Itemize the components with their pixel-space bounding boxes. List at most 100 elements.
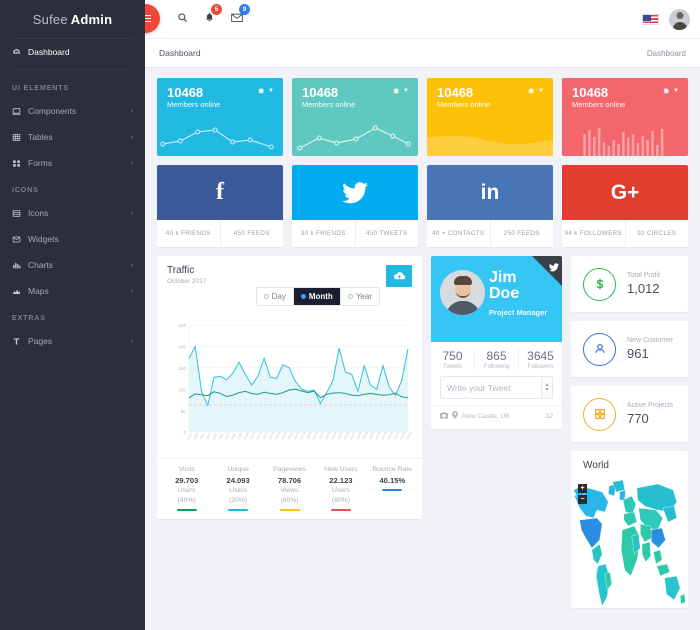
twitter-icon bbox=[342, 181, 368, 203]
stat-card-menu[interactable]: ▼ bbox=[662, 87, 679, 95]
metric-card-text: Active Projects 770 bbox=[627, 402, 673, 426]
range-option-year[interactable]: Year bbox=[339, 288, 379, 305]
range-label: Month bbox=[308, 292, 333, 301]
zoom-out-button[interactable]: − bbox=[578, 495, 587, 504]
sidebar-item-maps[interactable]: Maps › bbox=[0, 278, 145, 304]
social-card-linkedin[interactable]: in 40 + CONTACTS 250 FEEDS bbox=[427, 165, 553, 247]
metric-unit: Users bbox=[332, 486, 350, 494]
sidebar-item-charts[interactable]: Charts › bbox=[0, 252, 145, 278]
social-stat: 40 k FRIENDS bbox=[165, 229, 211, 237]
social-stat: 450 TWEETS bbox=[354, 220, 419, 247]
stat-card-menu[interactable]: ▼ bbox=[392, 87, 409, 95]
dollar-icon bbox=[583, 267, 616, 301]
metric-card-new-customer[interactable]: New Customer 961 bbox=[571, 321, 688, 377]
metric-unit: Users bbox=[177, 486, 196, 494]
stat-card-menu[interactable]: ▼ bbox=[257, 87, 274, 95]
sidebar-heading-extras: EXTRAS bbox=[12, 315, 46, 322]
profile-name: Jim Doe bbox=[489, 269, 519, 303]
notifications-bell-icon[interactable]: 5 bbox=[204, 4, 222, 28]
user-avatar[interactable] bbox=[669, 8, 690, 30]
googleplus-banner: G+ bbox=[562, 165, 688, 220]
stat-card[interactable]: 10468 Members online ▼ bbox=[292, 78, 418, 156]
facebook-banner: f bbox=[157, 165, 283, 220]
sidebar-item-label: Widgets bbox=[28, 234, 59, 244]
social-card-twitter[interactable]: 30 k FRIENDS 450 TWEETS bbox=[292, 165, 418, 247]
traffic-header: Traffic October 2017 Day Month Year 0 50… bbox=[157, 256, 422, 458]
tweet-placeholder: Write your Tweet bbox=[447, 382, 511, 393]
tweet-char-count: 32 bbox=[545, 412, 553, 420]
metric-card-total-profit[interactable]: Total Profit 1,012 bbox=[571, 256, 688, 312]
messages-envelope-icon[interactable]: 9 bbox=[231, 4, 250, 28]
pages-icon bbox=[12, 337, 28, 346]
svg-text:100: 100 bbox=[178, 387, 186, 392]
linkedin-icon: in bbox=[480, 180, 500, 204]
twitter-banner bbox=[292, 165, 418, 220]
stat-card[interactable]: 10468 Members online ▼ bbox=[427, 78, 553, 156]
metric-unit: Users bbox=[229, 486, 247, 494]
range-option-month[interactable]: Month bbox=[292, 288, 340, 305]
svg-text:150: 150 bbox=[178, 366, 186, 371]
page-title: Dashboard bbox=[159, 48, 201, 58]
map-zoom-controls[interactable]: + − bbox=[578, 484, 587, 506]
social-card-facebook[interactable]: f 40 k FRIENDS 450 FEEDS bbox=[157, 165, 283, 247]
language-flag-icon[interactable] bbox=[642, 13, 659, 25]
stat-sparkline bbox=[157, 118, 283, 156]
metric-card-label: New Customer bbox=[627, 337, 674, 344]
stat-card[interactable]: 10468 Members online ▼ bbox=[157, 78, 283, 156]
social-stat: 40 + CONTACTS bbox=[432, 229, 485, 237]
sidebar-item-label: Maps bbox=[28, 286, 49, 296]
sidebar-item-label: Components bbox=[28, 106, 77, 116]
tweet-input[interactable]: Write your Tweet ▲ ▼ bbox=[440, 376, 553, 399]
user-icon bbox=[583, 332, 616, 366]
metric-pct: (80%) bbox=[331, 496, 350, 504]
main-area: 5 9 Dashboard Dashboard 10468 Members on… bbox=[145, 0, 700, 630]
traffic-range-selector[interactable]: Day Month Year bbox=[255, 287, 380, 306]
stat-card-menu[interactable]: ▼ bbox=[527, 87, 544, 95]
breadcrumb-current: Dashboard bbox=[646, 48, 686, 58]
widgets-icon bbox=[12, 235, 28, 244]
avatar bbox=[440, 270, 485, 315]
sidebar-item-widgets[interactable]: Widgets bbox=[0, 226, 145, 252]
social-stat: 450 FEEDS bbox=[219, 220, 284, 247]
chevron-right-icon: › bbox=[130, 107, 133, 115]
range-option-day[interactable]: Day bbox=[256, 288, 293, 305]
sidebar-toggle-button[interactable] bbox=[145, 4, 160, 33]
brand-logo[interactable]: Sufee Admin bbox=[0, 0, 145, 38]
svg-text:200: 200 bbox=[178, 345, 186, 350]
stepper-icon[interactable]: ▲ ▼ bbox=[541, 377, 552, 398]
radio-icon bbox=[300, 294, 306, 299]
sidebar-item-icons[interactable]: Icons › bbox=[0, 200, 145, 226]
sidebar-item-forms[interactable]: Forms › bbox=[0, 150, 145, 176]
tables-icon bbox=[12, 133, 28, 142]
sidebar-item-dashboard[interactable]: Dashboard bbox=[0, 39, 145, 65]
profile-column: Jim Doe Project Manager 750 Tweets 865 F… bbox=[431, 256, 562, 608]
gear-icon bbox=[528, 88, 535, 94]
gear-icon bbox=[663, 88, 670, 94]
sidebar-item-components[interactable]: Components › bbox=[0, 98, 145, 124]
tweet-compose: Write your Tweet ▲ ▼ bbox=[431, 376, 562, 405]
world-map[interactable]: + − bbox=[571, 478, 688, 608]
content: 10468 Members online ▼ 10468 Members onl… bbox=[145, 68, 700, 618]
stat-card[interactable]: 10468 Members online ▼ bbox=[562, 78, 688, 156]
metric-card-active-projects[interactable]: Active Projects 770 bbox=[571, 386, 688, 442]
sidebar-item-label: Pages bbox=[28, 336, 53, 346]
sidebar-item-tables[interactable]: Tables › bbox=[0, 124, 145, 150]
social-stat: 92 CIRCLES bbox=[624, 220, 689, 247]
sidebar-item-label: Dashboard bbox=[28, 47, 70, 57]
metric-card-value: 961 bbox=[627, 346, 649, 361]
metric-pct: (20%) bbox=[229, 496, 248, 504]
cloud-upload-button[interactable] bbox=[386, 265, 412, 287]
search-icon[interactable] bbox=[177, 10, 188, 28]
metric-label: New Users bbox=[324, 466, 358, 473]
sidebar-item-pages[interactable]: Pages › bbox=[0, 328, 145, 354]
social-stats: 30 k FRIENDS 450 TWEETS bbox=[292, 220, 418, 247]
facebook-icon: f bbox=[216, 179, 224, 205]
metric-card-label: Total Profit bbox=[627, 272, 661, 279]
zoom-in-button[interactable]: + bbox=[578, 484, 587, 493]
metric-new-users: New Users 22.123 Users (80%) bbox=[315, 465, 366, 512]
brand-light: Sufee bbox=[32, 11, 68, 27]
camera-icon[interactable] bbox=[440, 411, 448, 421]
social-card-googleplus[interactable]: G+ 94 k FOLLOWERS 92 CIRCLES bbox=[562, 165, 688, 247]
stat-label: Members online bbox=[302, 100, 356, 110]
right-column: Total Profit 1,012 New Customer 961 Acti… bbox=[571, 256, 688, 608]
